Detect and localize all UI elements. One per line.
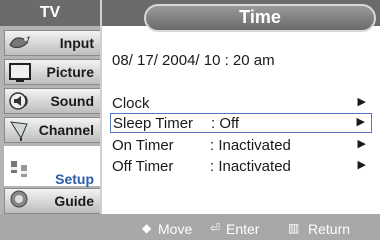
- setup-icon: [7, 157, 33, 181]
- enter-label: Enter: [226, 221, 260, 237]
- panel-title: Time: [144, 4, 376, 32]
- sound-icon: [7, 89, 33, 113]
- sidebar-item-setup[interactable]: Setup: [4, 146, 100, 187]
- channel-icon: [7, 118, 33, 142]
- right-arrow-icon: ▶: [357, 138, 366, 150]
- return-label: Return: [308, 221, 351, 237]
- right-arrow-icon: ▶: [357, 96, 366, 108]
- right-arrow-icon: ▶: [357, 159, 366, 171]
- guide-icon: [7, 189, 33, 213]
- sidebar-menu: TV Input Picture Sound Channel Setup Gui…: [0, 0, 100, 240]
- picture-icon: [7, 60, 33, 84]
- right-arrow-icon: ▶: [356, 116, 365, 128]
- return-icon: ▥: [288, 221, 300, 235]
- sidebar-item-guide[interactable]: Guide: [4, 188, 100, 214]
- current-datetime: 08/ 17/ 2004/ 10 : 20 am: [112, 52, 275, 69]
- menu-row-off-timer[interactable]: Off Timer : Inactivated ▶: [110, 157, 372, 177]
- input-icon: [7, 31, 33, 55]
- sidebar-item-sound[interactable]: Sound: [4, 88, 100, 114]
- sidebar-title: TV: [0, 0, 100, 26]
- time-panel: Time 08/ 17/ 2004/ 10 : 20 am Clock ▶ Sl…: [100, 0, 380, 240]
- sidebar-item-picture[interactable]: Picture: [4, 59, 100, 85]
- sidebar-item-input[interactable]: Input: [4, 30, 100, 56]
- enter-icon: ⏎: [210, 221, 221, 235]
- move-icon: ◆: [142, 221, 152, 235]
- menu-row-sleep-timer[interactable]: Sleep Timer : Off ▶: [110, 113, 372, 133]
- move-label: Move: [158, 221, 193, 237]
- menu-row-clock[interactable]: Clock ▶: [110, 94, 372, 114]
- menu-row-on-timer[interactable]: On Timer : Inactivated ▶: [110, 136, 372, 156]
- sidebar-item-channel[interactable]: Channel: [4, 117, 100, 143]
